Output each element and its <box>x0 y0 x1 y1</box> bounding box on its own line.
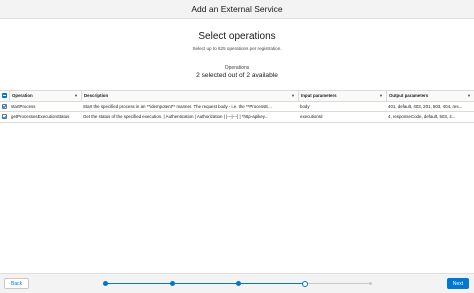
operation-cell: getProcessesExecutionStatus <box>11 114 70 120</box>
section-subtitle: Select up to 625 operations per registra… <box>192 46 282 51</box>
next-button[interactable]: Next <box>447 278 469 289</box>
chevron-down-icon[interactable]: ▼ <box>74 93 78 98</box>
column-header-output-parameters[interactable]: Output parameters ▼ <box>386 91 474 101</box>
operations-count-value: 2 selected out of 2 available <box>196 72 278 79</box>
progress-step-5 <box>369 282 372 285</box>
chevron-down-icon[interactable]: ▼ <box>467 93 471 98</box>
row-checkbox[interactable] <box>2 103 7 109</box>
select-all-cell <box>0 91 9 101</box>
operations-count-label: Operations <box>224 65 250 71</box>
column-header-input-parameters[interactable]: Input parameters ▼ <box>298 91 386 101</box>
description-cell: Get the status of the specified executio… <box>83 114 269 120</box>
back-button[interactable]: Back <box>4 278 30 289</box>
column-header-description[interactable]: Description ▼ <box>81 91 298 101</box>
row-checkbox[interactable] <box>2 114 7 120</box>
row-select-cell <box>0 102 9 112</box>
table-header-row: Operation ▼ Description ▼ Input paramete… <box>0 91 474 102</box>
select-all-checkbox[interactable] <box>2 93 7 99</box>
operations-table: Operation ▼ Description ▼ Input paramete… <box>0 90 474 123</box>
chevron-down-icon[interactable]: ▼ <box>379 93 383 98</box>
progress-step-2[interactable] <box>170 281 175 286</box>
output-parameters-cell: 401, default, 403, 201, 503, 404, res... <box>388 103 463 109</box>
chevron-down-icon[interactable]: ▼ <box>291 93 295 98</box>
output-parameters-cell: 4, responseCode, default, 503, 4... <box>388 114 456 120</box>
progress-step-3[interactable] <box>236 281 241 286</box>
description-cell: Start the specified process in an **idem… <box>83 103 272 109</box>
input-parameters-cell: body <box>300 103 310 109</box>
section-title: Select operations <box>198 31 276 42</box>
table-row[interactable]: startProcess Start the specified process… <box>0 102 474 112</box>
progress-step-1[interactable] <box>103 281 108 286</box>
operation-cell: startProcess <box>11 103 36 109</box>
modal-title: Add an External Service <box>191 4 283 14</box>
row-select-cell <box>0 112 9 122</box>
modal-header: Add an External Service <box>0 0 474 19</box>
input-parameters-cell: executionId <box>300 114 323 120</box>
column-header-operation[interactable]: Operation ▼ <box>9 91 81 101</box>
progress-step-4-current[interactable] <box>302 280 308 287</box>
progress-track-complete <box>105 283 305 284</box>
table-row[interactable]: getProcessesExecutionStatus Get the stat… <box>0 112 474 123</box>
modal-footer: Back Next <box>0 273 474 293</box>
